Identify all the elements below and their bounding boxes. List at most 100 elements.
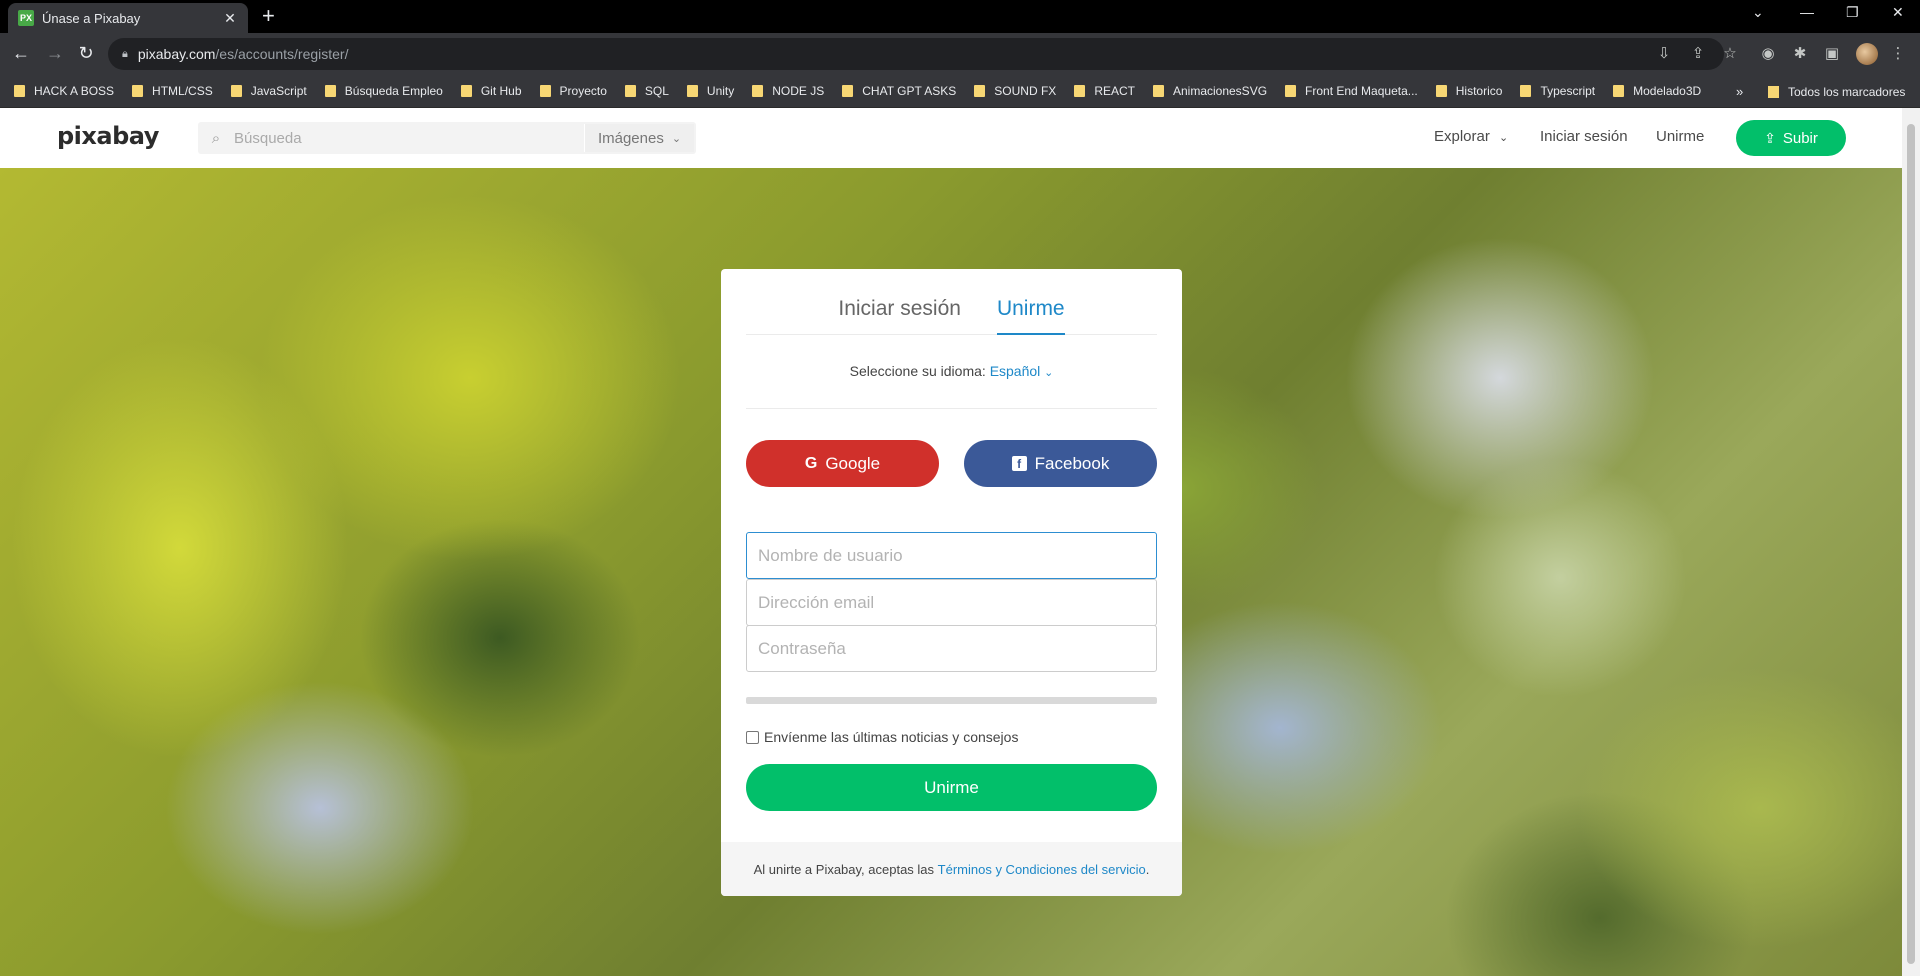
bookmark-item[interactable]: Git Hub (460, 84, 522, 98)
tab-login[interactable]: Iniciar sesión (838, 293, 961, 335)
folder-icon (230, 85, 242, 97)
terms-footer: Al unirte a Pixabay, aceptas las Término… (721, 842, 1182, 896)
folder-icon (686, 85, 698, 97)
folder-icon (1435, 85, 1447, 97)
bookmark-item[interactable]: HACK A BOSS (14, 84, 114, 98)
profile-avatar[interactable] (1856, 43, 1878, 65)
language-label: Seleccione su idioma: (849, 363, 986, 379)
address-bar[interactable]: 🔒︎ pixabay.com /es/accounts/register/ (108, 38, 1724, 70)
window-close-icon[interactable]: ✕ (1892, 4, 1904, 21)
bookmark-item[interactable]: NODE JS (752, 84, 824, 98)
terms-link[interactable]: Términos y Condiciones del servicio (938, 862, 1146, 877)
facebook-icon: f (1011, 456, 1027, 471)
bookmark-item[interactable]: Búsqueda Empleo (324, 84, 443, 98)
bookmark-item[interactable]: Historico (1435, 84, 1502, 98)
bookmark-item[interactable]: Unity (686, 84, 735, 98)
upload-label: Subir (1782, 129, 1818, 147)
terms-suffix: . (1145, 861, 1150, 877)
bookmark-label: Typescript (1540, 84, 1596, 98)
browser-toolbar: ← → ↻ 🔒︎ pixabay.com /es/accounts/regist… (0, 33, 1920, 75)
install-icon[interactable]: ⇩ (1654, 44, 1674, 62)
all-bookmarks[interactable]: Todos los marcadores (1768, 75, 1905, 108)
new-tab-icon[interactable]: + (262, 4, 275, 28)
explore-menu[interactable]: Explorar ⌄ (1434, 128, 1508, 145)
tab-join[interactable]: Unirme (996, 293, 1065, 335)
language-dropdown[interactable]: Español ⌄ (990, 363, 1054, 379)
username-field[interactable] (758, 545, 1156, 566)
minimize-icon[interactable]: — (1800, 4, 1814, 20)
bookmark-label: Proyecto (559, 84, 607, 98)
bookmark-label: Front End Maqueta... (1305, 84, 1418, 98)
extension-color-icon[interactable]: ◉ (1758, 44, 1778, 62)
folder-icon (132, 85, 144, 97)
facebook-signup-button[interactable]: f Facebook (964, 440, 1157, 487)
side-panel-icon[interactable]: ▣ (1822, 44, 1842, 62)
bookmark-item[interactable]: HTML/CSS (132, 84, 213, 98)
bookmark-label: Modelado3D (1633, 84, 1702, 98)
search-type-label: Imágenes (597, 129, 664, 147)
folder-icon (974, 85, 986, 97)
bookmark-label: CHAT GPT ASKS (862, 84, 957, 98)
search-input[interactable] (234, 129, 584, 147)
upload-button[interactable]: ⇪ Subir (1736, 120, 1846, 156)
newsletter-checkbox[interactable] (746, 730, 759, 744)
search-type-select[interactable]: Imágenes ⌄ (584, 124, 694, 152)
bookmark-item[interactable]: Proyecto (539, 84, 607, 98)
header-login-link[interactable]: Iniciar sesión (1540, 128, 1628, 145)
bookmark-label: AnimacionesSVG (1172, 84, 1268, 98)
bookmark-star-icon[interactable]: ☆ (1720, 44, 1740, 62)
browser-chrome: PX Únase a Pixabay ✕ + ⌄ — ❐ ✕ ← → ↻ 🔒︎ … (0, 0, 1920, 108)
bookmark-item[interactable]: SQL (624, 84, 669, 98)
browser-tab[interactable]: PX Únase a Pixabay ✕ (8, 3, 248, 33)
back-icon[interactable]: ← (10, 43, 32, 63)
bookmark-label: JavaScript (250, 84, 307, 98)
folder-icon (1613, 85, 1625, 97)
chevron-down-icon: ⌄ (671, 132, 682, 145)
bookmark-item[interactable]: Typescript (1520, 84, 1595, 98)
divider (746, 408, 1157, 409)
upload-icon: ⇪ (1764, 129, 1776, 146)
password-field-wrapper (746, 625, 1157, 672)
restore-icon[interactable]: ❐ (1846, 4, 1859, 21)
page-viewport: pixabay ⌕ Imágenes ⌄ Explorar ⌄ Iniciar … (0, 108, 1920, 976)
bookmark-item[interactable]: SOUND FX (974, 84, 1056, 98)
bookmark-item[interactable]: AnimacionesSVG (1152, 84, 1268, 98)
folder-icon (1152, 85, 1164, 97)
menu-kebab-icon[interactable]: ⋮ (1888, 44, 1908, 62)
join-submit-button[interactable]: Unirme (746, 764, 1157, 811)
password-field[interactable] (758, 638, 1156, 659)
scrollbar-thumb[interactable] (1907, 124, 1915, 964)
bookmark-item[interactable]: Modelado3D (1613, 84, 1701, 98)
password-strength-bar (746, 697, 1157, 704)
forward-icon[interactable]: → (44, 43, 66, 63)
reload-icon[interactable]: ↻ (75, 43, 97, 63)
lock-icon: 🔒︎ (122, 47, 128, 60)
folder-icon (842, 85, 854, 97)
email-field[interactable] (758, 592, 1156, 613)
folder-icon (539, 85, 551, 97)
language-selector: Seleccione su idioma: Español ⌄ (721, 363, 1182, 379)
header-join-link[interactable]: Unirme (1656, 128, 1704, 145)
google-signup-button[interactable]: G Google (746, 440, 939, 487)
tab-search-icon[interactable]: ⌄ (1752, 4, 1764, 21)
bookmark-item[interactable]: CHAT GPT ASKS (842, 84, 956, 98)
bookmark-label: SQL (644, 84, 669, 98)
page-scrollbar[interactable] (1902, 108, 1920, 976)
all-bookmarks-label: Todos los marcadores (1788, 84, 1906, 99)
bookmarks-overflow-icon[interactable]: » (1736, 84, 1743, 99)
bookmark-label: SOUND FX (994, 84, 1057, 98)
bookmark-label: Unity (706, 84, 735, 98)
bookmark-item[interactable]: REACT (1074, 84, 1135, 98)
pixabay-logo[interactable]: pixabay (57, 122, 159, 150)
register-card: Iniciar sesión Unirme Seleccione su idio… (721, 269, 1182, 896)
search-bar: ⌕ Imágenes ⌄ (198, 122, 696, 154)
share-icon[interactable]: ⇪ (1688, 44, 1708, 62)
folder-icon (1285, 85, 1297, 97)
newsletter-option[interactable]: Envíenme las últimas noticias y consejos (746, 729, 1018, 745)
extensions-puzzle-icon[interactable]: ✱ (1790, 44, 1810, 62)
bookmark-item[interactable]: JavaScript (230, 84, 307, 98)
close-tab-icon[interactable]: ✕ (222, 10, 238, 27)
url-host: pixabay.com (137, 46, 216, 62)
bookmark-item[interactable]: Front End Maqueta... (1285, 84, 1418, 98)
bookmark-label: Git Hub (480, 84, 522, 98)
